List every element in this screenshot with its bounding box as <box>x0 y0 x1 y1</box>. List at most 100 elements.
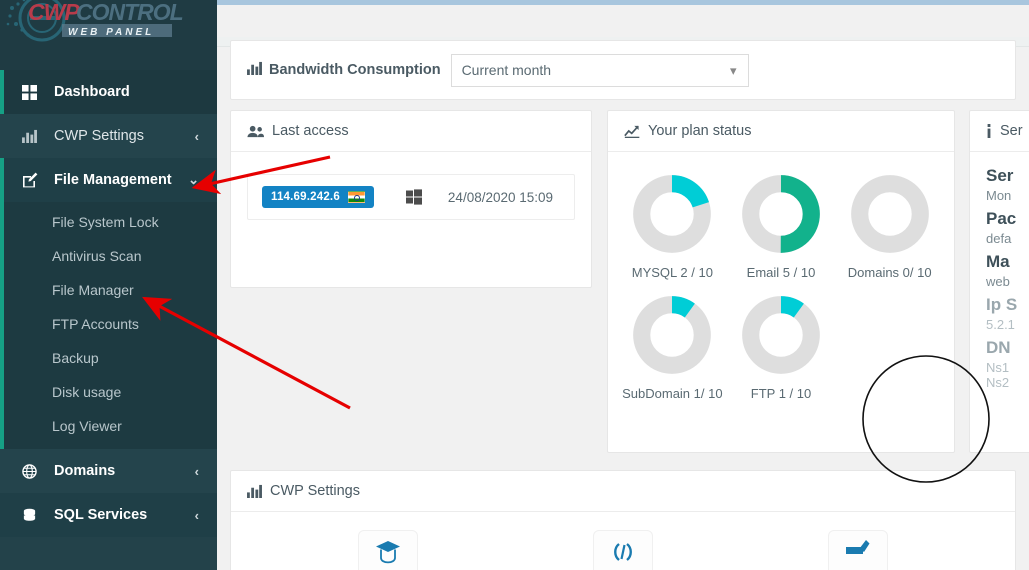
chevron-down-icon: ⌄ <box>188 172 199 187</box>
donut-label: FTP 1 / 10 <box>750 386 812 402</box>
server-info-title: Ser <box>1000 123 1023 139</box>
donut-label: Email 5 / 10 <box>746 265 816 280</box>
chevron-left-icon: ‹ <box>194 463 199 479</box>
logo[interactable]: CWP CONTROL WEB PANEL <box>0 0 217 70</box>
last-access-title: Last access <box>272 123 349 139</box>
server-info-label: Pac <box>986 209 1017 228</box>
cwp-settings-header: CWP Settings <box>231 471 1015 512</box>
donut-label: Domains 0/ 10 <box>847 265 932 280</box>
last-access-datetime: 24/08/2020 15:09 <box>447 189 554 205</box>
bandwidth-period-select-wrap: Current month ▾ <box>450 53 749 87</box>
ip-address: 114.69.242.6 <box>271 191 340 203</box>
cwp-settings-card: CWP Settings <box>230 470 1016 570</box>
server-info-value: 5.2.1 <box>986 317 1015 332</box>
plan-status-body: MYSQL 2 / 10 Email 5 / 10 Domains 0/ 10 … <box>608 152 954 417</box>
donut-email: Email 5 / 10 <box>727 166 836 281</box>
ip-badge[interactable]: 114.69.242.6 <box>262 186 374 208</box>
grid-icon <box>22 84 44 100</box>
chart-bar-icon <box>22 129 44 143</box>
windows-icon <box>405 189 422 205</box>
chart-bar-icon <box>247 61 262 79</box>
last-access-row: 114.69.242.6 24/08/2020 15:09 <box>247 174 575 220</box>
sidebar-item-label: Dashboard <box>54 84 130 100</box>
donut-row-2: SubDomain 1/ 10 FTP 1 / 10 <box>618 287 944 402</box>
sidebar-item-antivirus-scan[interactable]: Antivirus Scan <box>0 239 217 273</box>
donut-label: MYSQL 2 / 10 <box>631 265 713 280</box>
pencil-bar-icon <box>845 539 871 570</box>
sidebar-item-file-manager[interactable]: File Manager <box>0 273 217 307</box>
in-flag-icon <box>347 191 365 203</box>
bandwidth-title: Bandwidth Consumption <box>247 61 441 79</box>
server-info-label: Ip S <box>986 295 1018 314</box>
server-info-card: Ser Ser Mon Pac defa Ma web Ip S 5.2.1 D… <box>969 110 1029 453</box>
server-info-value: web <box>986 274 1010 289</box>
dashboard-page: CWP CONTROL WEB PANEL Dashboard CWP Sett… <box>0 0 1029 570</box>
server-info-label: Ma <box>986 252 1010 271</box>
chevron-left-icon: ‹ <box>194 128 199 144</box>
database-icon <box>22 508 44 523</box>
file-management-submenu: File System Lock Antivirus Scan File Man… <box>0 202 217 449</box>
sidebar-item-backup[interactable]: Backup <box>0 341 217 375</box>
sidebar-item-cwp-settings[interactable]: CWP Settings ‹ <box>0 114 217 158</box>
cwp-settings-tile-3[interactable] <box>827 530 888 570</box>
donut-chart <box>633 296 712 375</box>
donut-mysql: MYSQL 2 / 10 <box>618 166 727 281</box>
donut-domains: Domains 0/ 10 <box>835 166 944 281</box>
server-info-value: Mon <box>986 188 1012 203</box>
svg-text:CONTROL: CONTROL <box>76 0 183 25</box>
donut-subdomain: SubDomain 1/ 10 <box>618 287 727 402</box>
last-access-header: Last access <box>231 111 591 152</box>
main-content: Bandwidth Consumption Current month ▾ La… <box>217 0 1029 570</box>
last-access-card: Last access 114.69.242.6 24/08/2020 15:0… <box>230 110 592 288</box>
donut-chart <box>742 175 820 253</box>
donut-chart <box>850 175 929 253</box>
sidebar-item-label: Domains <box>54 463 116 479</box>
sidebar-item-ftp-accounts[interactable]: FTP Accounts <box>0 307 217 341</box>
plan-status-header: Your plan status <box>608 111 954 152</box>
donut-chart <box>742 296 820 375</box>
active-accent-bar <box>0 70 4 114</box>
active-accent-bar <box>0 202 4 449</box>
info-icon <box>986 124 992 138</box>
server-info-header: Ser <box>970 111 1029 152</box>
edit-square-icon <box>22 172 44 188</box>
svg-text:WEB PANEL: WEB PANEL <box>68 27 154 38</box>
sidebar-item-domains[interactable]: Domains ‹ <box>0 449 217 493</box>
donut-chart <box>633 175 712 253</box>
sidebar-nav: Dashboard CWP Settings ‹ File Management… <box>0 70 217 537</box>
donut-row-1: MYSQL 2 / 10 Email 5 / 10 Domains 0/ 10 <box>618 166 944 281</box>
plan-status-card: Your plan status MYSQL 2 / 10 Email 5 / … <box>607 110 955 453</box>
bandwidth-title-label: Bandwidth Consumption <box>269 62 441 78</box>
active-accent-bar <box>0 158 4 202</box>
sidebar-item-disk-usage[interactable]: Disk usage <box>0 375 217 409</box>
users-icon <box>247 125 264 138</box>
cwp-settings-tile-1[interactable] <box>358 530 419 570</box>
logo-image: CWP CONTROL WEB PANEL <box>6 0 184 42</box>
graduation-cap-icon <box>375 539 401 570</box>
chart-line-icon <box>624 125 640 138</box>
sidebar-item-label: SQL Services <box>54 507 148 523</box>
server-info-value: Ns1 Ns2 <box>986 360 1010 390</box>
last-access-body: 114.69.242.6 24/08/2020 15:09 <box>231 152 591 236</box>
svg-text:CWP: CWP <box>28 0 80 25</box>
cwp-settings-title: CWP Settings <box>270 483 360 499</box>
sidebar-item-sql-services[interactable]: SQL Services ‹ <box>0 493 217 537</box>
plan-status-title: Your plan status <box>648 123 752 139</box>
code-icon <box>610 539 636 570</box>
bandwidth-period-select[interactable]: Current month <box>450 53 749 87</box>
sidebar-item-file-management[interactable]: File Management ⌄ <box>0 158 217 202</box>
donut-label: SubDomain 1/ 10 <box>622 386 723 402</box>
bandwidth-consumption-card: Bandwidth Consumption Current month ▾ <box>230 40 1016 100</box>
donut-empty-slot <box>835 287 944 402</box>
sidebar-item-log-viewer[interactable]: Log Viewer <box>0 409 217 443</box>
sidebar: CWP CONTROL WEB PANEL Dashboard CWP Sett… <box>0 0 217 570</box>
server-info-label: Ser <box>986 166 1014 185</box>
cwp-settings-tile-2[interactable] <box>592 530 653 570</box>
globe-icon <box>22 463 44 479</box>
sidebar-item-file-system-lock[interactable]: File System Lock <box>0 205 217 239</box>
server-info-label: DN <box>986 338 1011 357</box>
chart-bar-icon <box>247 484 262 498</box>
sidebar-item-label: CWP Settings <box>54 128 144 144</box>
sidebar-item-label: File Management <box>54 172 172 188</box>
sidebar-item-dashboard[interactable]: Dashboard <box>0 70 217 114</box>
